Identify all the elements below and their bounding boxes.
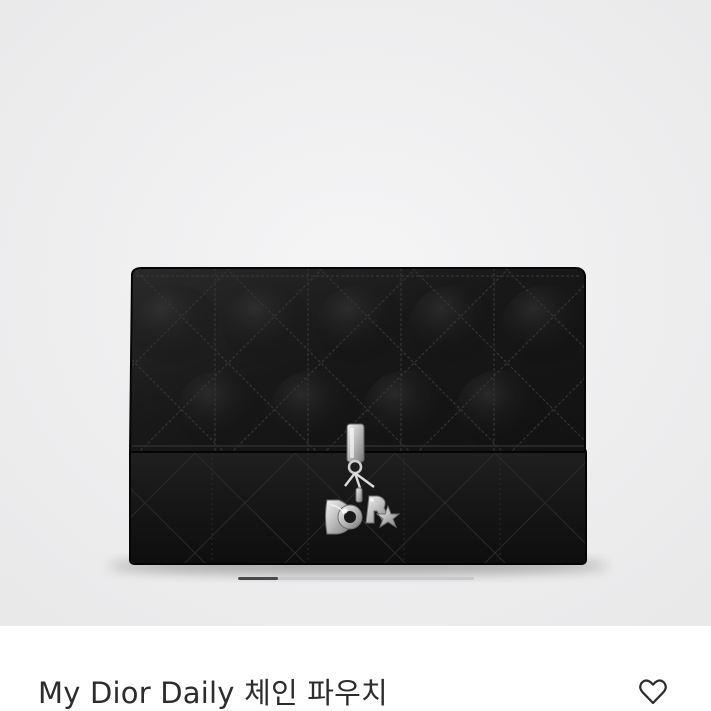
like-button[interactable]: [634, 674, 672, 710]
product-image-gallery[interactable]: [0, 0, 711, 626]
product-title: My Dior Daily 체인 파우치: [38, 676, 388, 710]
product-image: [0, 0, 711, 626]
image-pager-indicator: [238, 577, 474, 580]
heart-icon: [639, 679, 667, 705]
product-detail-screen: My Dior Daily 체인 파우치: [0, 0, 711, 711]
image-pager-progress: [238, 577, 279, 580]
